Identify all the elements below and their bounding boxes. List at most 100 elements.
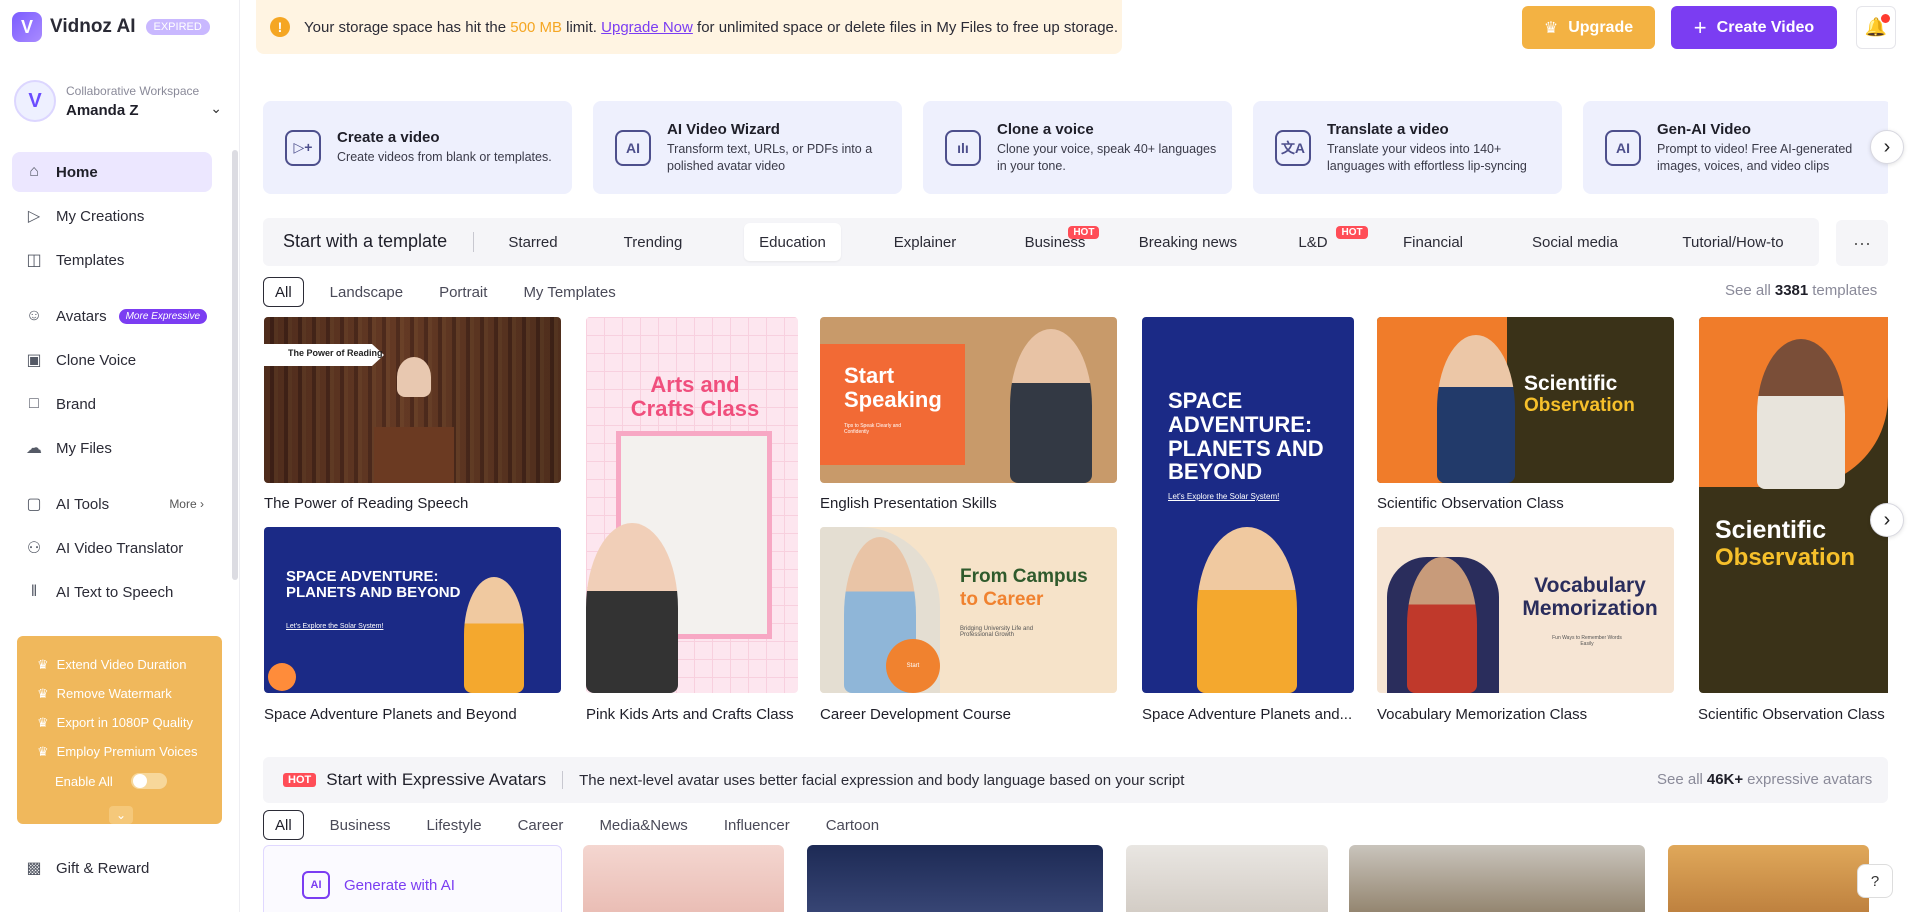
- generate-with-ai-card[interactable]: AI Generate with AI: [263, 845, 562, 912]
- avatars-section-desc: The next-level avatar uses better facial…: [579, 771, 1185, 789]
- template-thumb-space-adventure[interactable]: SPACE ADVENTURE: PLANETS AND BEYOND Let'…: [264, 527, 561, 693]
- template-caption[interactable]: English Presentation Skills: [820, 495, 997, 512]
- avatar-card[interactable]: [1668, 845, 1869, 912]
- chevron-down-icon[interactable]: ⌄: [210, 100, 222, 117]
- vidnoz-app: V Vidnoz AI EXPIRED V Collaborative Work…: [0, 0, 1920, 912]
- sidebar-item-label: My Files: [56, 439, 112, 457]
- template-caption[interactable]: Scientific Observation Class: [1377, 495, 1564, 512]
- thumb-title: SPACE ADVENTURE: PLANETS AND BEYOND: [286, 568, 461, 602]
- tab-social-media[interactable]: Social media: [1520, 223, 1630, 261]
- sidebar-item-brand[interactable]: □ Brand: [12, 384, 212, 424]
- avatar-card[interactable]: [583, 845, 784, 912]
- see-all-avatars-link[interactable]: See all 46K+ expressive avatars: [1657, 771, 1872, 788]
- sidebar-item-clone-voice[interactable]: ▣ Clone Voice: [12, 340, 212, 380]
- avatar-filter-lifestyle[interactable]: Lifestyle: [409, 810, 500, 840]
- template-thumb-scientific-observation-portrait[interactable]: Scientific Observation: [1699, 317, 1888, 693]
- avatar-filter-career[interactable]: Career: [500, 810, 582, 840]
- template-caption[interactable]: Pink Kids Arts and Crafts Class: [586, 706, 794, 723]
- tab-business[interactable]: Business HOT: [1015, 223, 1100, 261]
- avatar-card[interactable]: [1126, 845, 1328, 912]
- workspace-switcher[interactable]: V Collaborative Workspace Amanda Z ⌄: [14, 78, 224, 124]
- ai-avatar-icon: AI: [302, 871, 330, 899]
- cloud-upload-icon: ☁: [26, 440, 42, 457]
- filter-my-templates[interactable]: My Templates: [505, 277, 633, 307]
- cartoon-character: [464, 577, 524, 693]
- template-thumb-english-presentation[interactable]: Start Speaking Tips to Speak Clearly and…: [820, 317, 1117, 483]
- filter-portrait[interactable]: Portrait: [421, 277, 505, 307]
- features-next-arrow[interactable]: ›: [1870, 130, 1904, 164]
- see-all-templates-link[interactable]: See all 3381 templates: [1725, 282, 1877, 299]
- thumb-subtitle: Let's Explore the Solar System!: [286, 623, 384, 630]
- avatar-filter-cartoon[interactable]: Cartoon: [808, 810, 897, 840]
- feature-card-gen-ai-video[interactable]: AI Gen-AI Video Prompt to video! Free AI-…: [1583, 101, 1888, 194]
- sidebar-item-my-creations[interactable]: ▷ My Creations: [12, 196, 212, 236]
- feature-desc: Translate your videos into 140+ language…: [1327, 141, 1527, 173]
- tab-breaking-news[interactable]: Breaking news: [1133, 223, 1243, 261]
- tab-trending[interactable]: Trending: [608, 223, 698, 261]
- more-categories-button[interactable]: ···: [1836, 220, 1888, 266]
- sidebar-item-ai-text-to-speech[interactable]: ‖ AI Text to Speech: [12, 572, 212, 612]
- avatar-filter-media-news[interactable]: Media&News: [581, 810, 705, 840]
- avatar-filter-influencer[interactable]: Influencer: [706, 810, 808, 840]
- waveform-icon: ‖: [30, 583, 38, 600]
- template-thumb-scientific-observation[interactable]: Scientific Observation: [1377, 317, 1674, 483]
- tab-l-and-d[interactable]: L&D HOT: [1283, 223, 1368, 261]
- sidebar-item-home[interactable]: ⌂ Home: [12, 152, 212, 192]
- feature-card-translate-video[interactable]: 文A Translate a video Translate your video…: [1253, 101, 1562, 194]
- thumb-subtitle: Bridging University Life and Professiona…: [960, 626, 1034, 638]
- thumb-title: Arts and Crafts Class: [630, 372, 760, 421]
- cartoon-character: [1197, 527, 1297, 693]
- avatar-card[interactable]: [807, 845, 1103, 912]
- tab-financial[interactable]: Financial: [1393, 223, 1473, 261]
- notification-bell-button[interactable]: 🔔: [1856, 6, 1896, 49]
- upgrade-now-link[interactable]: Upgrade Now: [601, 19, 693, 36]
- avatar-filter-business[interactable]: Business: [312, 810, 409, 840]
- expressive-avatars-bar: HOT Start with Expressive Avatars The ne…: [263, 757, 1888, 803]
- template-caption[interactable]: Space Adventure Planets and...: [1142, 706, 1352, 723]
- enable-all-toggle[interactable]: [130, 773, 167, 789]
- sidebar-item-my-files[interactable]: ☁ My Files: [12, 428, 212, 468]
- feature-desc: Transform text, URLs, or PDFs into a pol…: [667, 141, 873, 173]
- template-caption[interactable]: Vocabulary Memorization Class: [1377, 706, 1587, 723]
- clone-voice-icon: ılı: [945, 129, 981, 166]
- avatar-filter-all[interactable]: All: [263, 810, 304, 840]
- help-chat-button[interactable]: ?: [1857, 864, 1893, 898]
- avatar-card[interactable]: [1349, 845, 1645, 912]
- logo[interactable]: V Vidnoz AI EXPIRED: [12, 12, 210, 42]
- sidebar-item-ai-video-translator[interactable]: ⚇ AI Video Translator: [12, 528, 212, 568]
- template-thumb-space-adventure-portrait[interactable]: SPACE ADVENTURE: PLANETS AND BEYOND Let'…: [1142, 317, 1354, 693]
- feature-card-clone-voice[interactable]: ılı Clone a voice Clone your voice, speak…: [923, 101, 1232, 194]
- template-caption[interactable]: Career Development Course: [820, 706, 1011, 723]
- template-thumb-arts-and-crafts[interactable]: Arts and Crafts Class: [586, 317, 798, 693]
- filter-landscape[interactable]: Landscape: [312, 277, 421, 307]
- feature-card-ai-video-wizard[interactable]: AI AI Video Wizard Transform text, URLs, …: [593, 101, 902, 194]
- template-thumb-power-of-reading[interactable]: The Power of Reading: [264, 317, 561, 483]
- feature-card-create-video[interactable]: ▷+ Create a video Create videos from blan…: [263, 101, 572, 194]
- sidebar-scrollbar[interactable]: [232, 150, 238, 580]
- ai-tools-more-link[interactable]: More ›: [169, 497, 204, 511]
- sidebar-item-templates[interactable]: ◫ Templates: [12, 240, 212, 280]
- plan-expired-badge: EXPIRED: [145, 19, 210, 35]
- tab-starred[interactable]: Starred: [493, 223, 573, 261]
- template-caption[interactable]: Space Adventure Planets and Beyond: [264, 706, 517, 723]
- template-thumb-vocabulary-memorization[interactable]: Vocabulary Memorization Fun Ways to Reme…: [1377, 527, 1674, 693]
- sidebar-item-avatars[interactable]: ☺ Avatars More Expressive: [12, 296, 212, 336]
- templates-next-arrow[interactable]: ›: [1870, 503, 1904, 537]
- tab-explainer[interactable]: Explainer: [880, 223, 970, 261]
- gift-reward-link[interactable]: ▩ Gift & Reward: [24, 858, 149, 878]
- template-caption[interactable]: The Power of Reading Speech: [264, 495, 468, 512]
- sidebar-item-label: AI Video Translator: [56, 539, 184, 557]
- thumb-title-accent: to Career: [960, 589, 1044, 610]
- chevron-down-icon[interactable]: ⌄: [109, 806, 133, 824]
- upgrade-button[interactable]: ♛ Upgrade: [1522, 6, 1655, 49]
- tab-tutorial-how-to[interactable]: Tutorial/How-to: [1673, 223, 1793, 261]
- filter-all[interactable]: All: [263, 277, 304, 307]
- sidebar-item-ai-tools[interactable]: ▢ AI Tools More ›: [12, 484, 212, 524]
- hot-badge: HOT: [1336, 225, 1368, 239]
- create-video-button[interactable]: + Create Video: [1671, 6, 1837, 49]
- template-caption[interactable]: Scientific Observation Class: [1698, 706, 1885, 723]
- template-thumb-career-development[interactable]: From Campus to Career Bridging Universit…: [820, 527, 1117, 693]
- crown-icon: ♛: [1543, 19, 1559, 37]
- tab-education[interactable]: Education: [744, 223, 841, 261]
- thumb-title-accent: Observation: [1524, 395, 1635, 416]
